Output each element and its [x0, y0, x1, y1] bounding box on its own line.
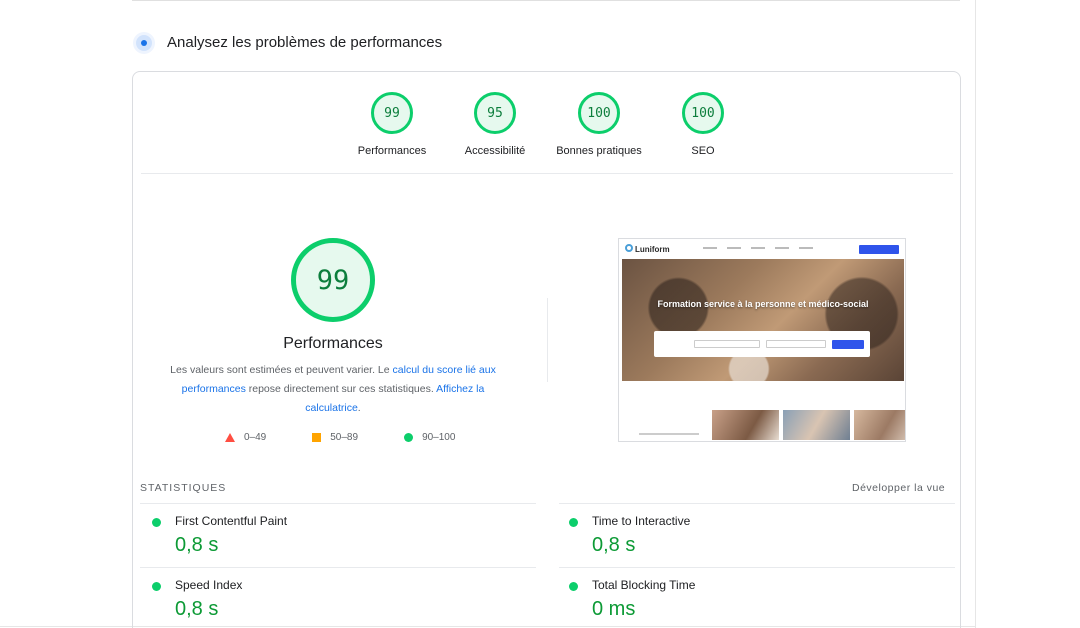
report-card: 99 Performances 95 Accessibilité 100 Bon… — [132, 71, 961, 628]
metrics-divider — [140, 503, 536, 504]
metric-name: First Contentful Paint — [175, 514, 288, 528]
legend-fail: 0–49 — [225, 432, 266, 443]
metric-name: Total Blocking Time — [592, 578, 696, 592]
gauge-label: Bonnes pratiques — [556, 145, 642, 157]
section-title: Analysez les problèmes de performances — [167, 34, 443, 51]
desc-text: repose directement sur ces statistiques. — [245, 383, 437, 395]
metric-value: 0,8 s — [175, 534, 219, 556]
gauge-ring: 100 — [578, 92, 620, 134]
metric-value: 0 ms — [592, 598, 636, 620]
page-screenshot: Luniform Formation service à la personne… — [618, 238, 906, 442]
screenshot-nav-links — [703, 247, 823, 249]
gauge-label: Accessibilité — [464, 145, 526, 157]
expand-view-toggle[interactable]: Développer la vue — [852, 482, 945, 494]
performance-score-gauge: 99 — [291, 238, 375, 322]
desc-text: Les valeurs sont estimées et peuvent var… — [170, 364, 393, 376]
category-gauges: 99 Performances 95 Accessibilité 100 Bon… — [133, 92, 960, 162]
desc-text: . — [357, 402, 361, 414]
gauge-label: Performances — [357, 145, 427, 157]
pass-circle-icon — [152, 582, 161, 591]
screenshot-navbar: Luniform — [619, 239, 905, 259]
gauge-performances[interactable]: 99 Performances — [342, 92, 442, 157]
gauge-score: 100 — [691, 105, 715, 121]
screenshot-search-box — [654, 331, 870, 357]
metric-value: 0,8 s — [592, 534, 636, 556]
score-description: Les valeurs sont estimées et peuvent var… — [163, 361, 503, 418]
gauge-label: SEO — [691, 145, 715, 157]
page-edge-right — [975, 0, 976, 628]
metric-name: Time to Interactive — [592, 514, 691, 528]
legend-average: 50–89 — [312, 432, 358, 443]
circle-icon — [404, 433, 414, 442]
gauge-ring: 99 — [371, 92, 413, 134]
section-header: Analysez les problèmes de performances — [136, 34, 442, 51]
gauges-divider — [141, 173, 953, 174]
vertical-divider — [547, 298, 548, 382]
gauge-score: 99 — [384, 105, 400, 121]
top-divider — [132, 0, 960, 1]
speed-icon — [136, 34, 152, 51]
square-icon — [312, 433, 322, 442]
screenshot-nav-button — [859, 245, 899, 254]
metrics-divider — [559, 503, 955, 504]
performance-title: Performances — [283, 335, 383, 352]
statistics-heading: STATISTIQUES — [140, 482, 227, 494]
gauge-ring: 95 — [474, 92, 516, 134]
pass-circle-icon — [569, 582, 578, 591]
gauge-score: 95 — [487, 105, 503, 121]
legend-fail-range: 0–49 — [244, 432, 267, 443]
performance-score: 99 — [316, 264, 350, 296]
screenshot-thumbnails — [712, 410, 905, 440]
gauge-bonnes-pratiques[interactable]: 100 Bonnes pratiques — [549, 92, 649, 157]
gauge-score: 100 — [587, 105, 611, 121]
screenshot-footer-line — [639, 433, 699, 435]
gauge-seo[interactable]: 100 SEO — [653, 92, 753, 157]
metrics-divider — [140, 567, 536, 568]
metric-name: Speed Index — [175, 578, 243, 592]
gauge-ring: 100 — [682, 92, 724, 134]
pass-circle-icon — [569, 518, 578, 527]
legend-pass-range: 90–100 — [422, 432, 456, 443]
legend-average-range: 50–89 — [330, 432, 359, 443]
legend-pass: 90–100 — [404, 432, 455, 443]
gauge-accessibilite[interactable]: 95 Accessibilité — [445, 92, 545, 157]
screenshot-brand: Luniform — [635, 245, 670, 254]
metric-value: 0,8 s — [175, 598, 219, 620]
screenshot-headline: Formation service à la personne et médic… — [657, 299, 869, 309]
logo-icon — [625, 244, 633, 252]
triangle-icon — [225, 433, 235, 442]
score-legend: 0–49 50–89 90–100 — [225, 432, 501, 443]
screenshot-hero-image: Formation service à la personne et médic… — [622, 259, 904, 381]
pass-circle-icon — [152, 518, 161, 527]
metrics-divider — [559, 567, 955, 568]
